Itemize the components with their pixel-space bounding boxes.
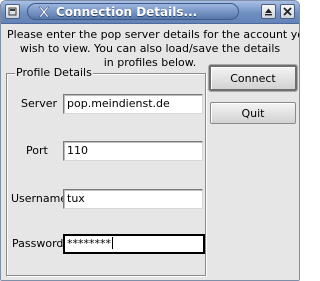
server-label: Server: [21, 97, 58, 110]
shade-button[interactable]: [261, 4, 276, 19]
password-value: ********: [67, 237, 111, 250]
password-label: Password: [12, 237, 64, 250]
password-input[interactable]: ********: [63, 234, 205, 254]
text-cursor: [112, 237, 113, 249]
title-bar[interactable]: Connection Details...: [1, 1, 299, 24]
quit-button[interactable]: Quit: [210, 102, 296, 124]
dialog-content: Please enter the pop server details for …: [1, 24, 299, 280]
port-label: Port: [26, 144, 48, 157]
connect-button[interactable]: Connect: [208, 64, 298, 92]
instructions-text: Please enter the pop server details for …: [7, 28, 300, 70]
shade-icon: [265, 8, 272, 16]
window-title: Connection Details...: [56, 4, 198, 19]
profile-details-title: Profile Details: [15, 66, 93, 80]
instructions-line-1: Please enter the pop server details for …: [7, 28, 300, 41]
server-input[interactable]: pop.meindienst.de: [63, 94, 203, 114]
port-input[interactable]: 110: [63, 141, 203, 161]
x-logo-icon: [38, 6, 50, 17]
connection-details-window: Connection Details... Please enter the p…: [0, 0, 300, 281]
window-menu-icon: [8, 7, 17, 16]
close-button[interactable]: [280, 4, 295, 19]
instructions-line-2: wish to view. You can also load/save the…: [19, 42, 281, 55]
close-icon: [283, 7, 292, 16]
username-label: Username: [11, 192, 68, 205]
username-input[interactable]: tux: [63, 189, 203, 209]
profile-details-group: Profile Details Server pop.meindienst.de…: [6, 66, 206, 276]
window-title-area[interactable]: Connection Details...: [27, 3, 239, 20]
window-menu-button[interactable]: [5, 4, 20, 19]
